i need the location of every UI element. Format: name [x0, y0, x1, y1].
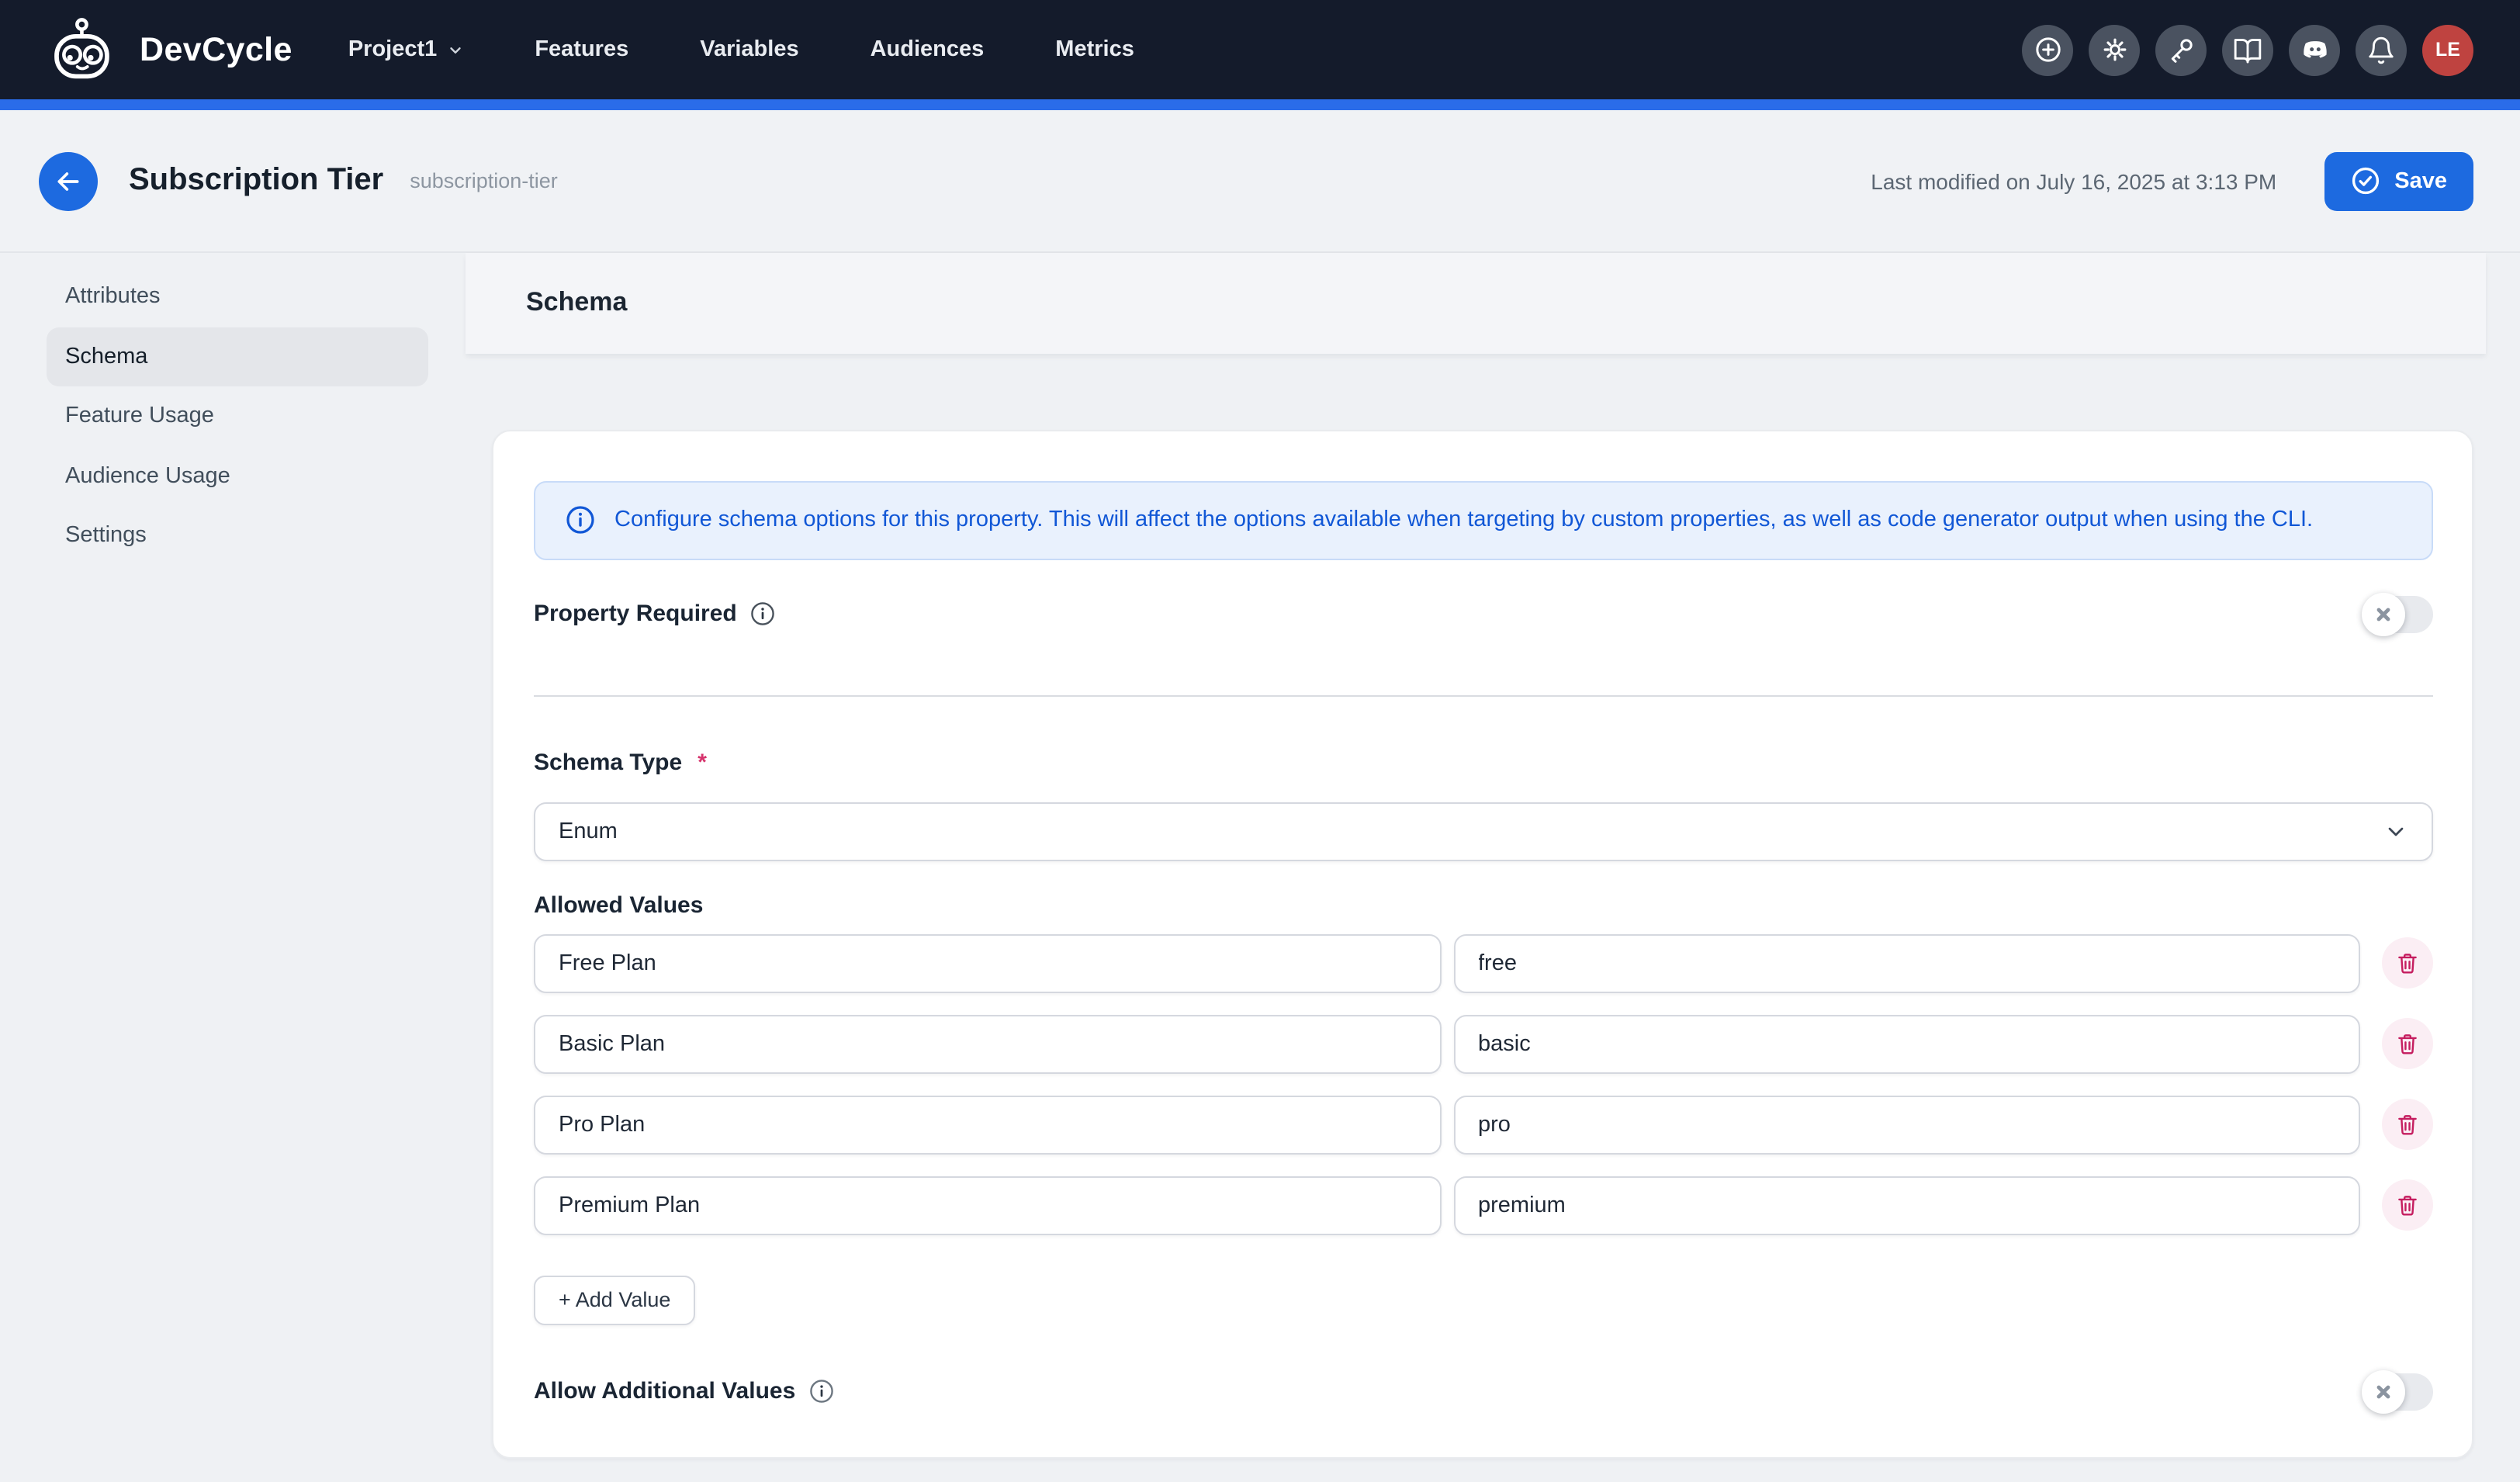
- property-required-row: Property Required: [534, 595, 2433, 632]
- value-key-input[interactable]: [1453, 1176, 2360, 1234]
- discord-icon: [2299, 34, 2330, 65]
- sidebar-item-settings[interactable]: Settings: [47, 506, 428, 566]
- schema-card: Configure schema options for this proper…: [492, 429, 2473, 1458]
- allow-additional-values-toggle[interactable]: [2365, 1373, 2433, 1410]
- togglebot-icon: [53, 17, 126, 82]
- app-root: DevCycle Project1 Features Variables Aud…: [0, 0, 2520, 1482]
- info-icon[interactable]: [749, 601, 776, 627]
- discord-button[interactable]: [2289, 24, 2340, 75]
- allowed-value-row: [534, 933, 2433, 992]
- divider: [534, 694, 2433, 696]
- property-required-label: Property Required: [534, 601, 776, 627]
- value-key-input[interactable]: [1453, 1095, 2360, 1154]
- project-selector-label: Project1: [348, 37, 437, 62]
- allowed-value-row: [534, 1014, 2433, 1073]
- sidebar-item-feature-usage[interactable]: Feature Usage: [47, 386, 428, 446]
- main-panel: Schema Configure schema options for this…: [466, 253, 2486, 1458]
- last-modified-text: Last modified on July 16, 2025 at 3:13 P…: [1871, 168, 2276, 193]
- trash-icon: [2394, 1111, 2421, 1137]
- page-title: Subscription Tier: [129, 163, 383, 199]
- sidebar-item-audience-usage[interactable]: Audience Usage: [47, 446, 428, 506]
- chevron-down-icon: [446, 41, 463, 58]
- schema-type-value: Enum: [559, 819, 618, 843]
- page-slug: subscription-tier: [410, 169, 558, 192]
- sidebar: Attributes Schema Feature Usage Audience…: [47, 267, 428, 566]
- allowed-values-list: [534, 933, 2433, 1234]
- toggle-x-icon: [2376, 1383, 2391, 1399]
- sidebar-item-schema[interactable]: Schema: [47, 327, 428, 386]
- value-label-input[interactable]: [534, 1014, 1441, 1073]
- delete-value-button[interactable]: [2382, 1099, 2433, 1150]
- check-circle-icon: [2351, 166, 2380, 196]
- value-label-input[interactable]: [534, 933, 1441, 992]
- add-value-button[interactable]: + Add Value: [534, 1275, 695, 1324]
- delete-value-button[interactable]: [2382, 937, 2433, 989]
- value-key-input[interactable]: [1453, 933, 2360, 992]
- trash-icon: [2394, 950, 2421, 976]
- delete-value-button[interactable]: [2382, 1018, 2433, 1069]
- save-button-label: Save: [2394, 168, 2447, 193]
- nav-item-metrics[interactable]: Metrics: [1055, 37, 1134, 62]
- section-header: Schema: [466, 253, 2486, 353]
- bell-icon: [2366, 35, 2396, 64]
- info-alert: Configure schema options for this proper…: [534, 480, 2433, 559]
- info-icon[interactable]: [808, 1378, 834, 1404]
- user-avatar[interactable]: LE: [2422, 24, 2473, 75]
- docs-button[interactable]: [2222, 24, 2273, 75]
- content-area: Attributes Schema Feature Usage Audience…: [0, 253, 2520, 1458]
- schema-type-label-text: Schema Type: [534, 749, 682, 775]
- property-required-label-text: Property Required: [534, 601, 737, 627]
- settings-button[interactable]: [2089, 24, 2140, 75]
- allowed-value-row: [534, 1095, 2433, 1154]
- allowed-values-label: Allowed Values: [534, 892, 2433, 918]
- toggle-knob: [2362, 1369, 2405, 1413]
- section-title: Schema: [526, 288, 627, 319]
- info-circle-icon: [565, 504, 596, 535]
- save-button[interactable]: Save: [2324, 151, 2473, 210]
- value-key-input[interactable]: [1453, 1014, 2360, 1073]
- accent-bar: [0, 99, 2520, 110]
- project-selector[interactable]: Project1: [348, 37, 463, 62]
- page-header: Subscription Tier subscription-tier Last…: [0, 110, 2520, 253]
- allow-additional-values-label-text: Allow Additional Values: [534, 1378, 795, 1404]
- top-nav: DevCycle Project1 Features Variables Aud…: [0, 0, 2520, 99]
- nav-item-variables[interactable]: Variables: [700, 37, 798, 62]
- back-button[interactable]: [39, 151, 98, 210]
- sidebar-item-attributes[interactable]: Attributes: [47, 267, 428, 327]
- allow-additional-values-row: Allow Additional Values: [534, 1373, 2433, 1410]
- alert-text: Configure schema options for this proper…: [614, 507, 2313, 532]
- allowed-value-row: [534, 1176, 2433, 1234]
- trash-icon: [2394, 1192, 2421, 1218]
- brand-name: DevCycle: [140, 30, 292, 69]
- book-icon: [2233, 35, 2262, 64]
- trash-icon: [2394, 1030, 2421, 1057]
- add-circle-button[interactable]: [2022, 24, 2073, 75]
- property-required-toggle[interactable]: [2365, 595, 2433, 632]
- nav-item-features[interactable]: Features: [535, 37, 628, 62]
- devcycle-logo[interactable]: DevCycle: [53, 17, 292, 82]
- nav-menu: Project1 Features Variables Audiences Me…: [348, 37, 1134, 62]
- schema-type-label: Schema Type *: [534, 749, 2433, 775]
- arrow-left-icon: [53, 165, 84, 196]
- value-label-input[interactable]: [534, 1095, 1441, 1154]
- nav-actions: LE: [2022, 24, 2473, 75]
- nav-item-audiences[interactable]: Audiences: [871, 37, 985, 62]
- toggle-x-icon: [2376, 606, 2391, 622]
- notifications-button[interactable]: [2356, 24, 2407, 75]
- toggle-knob: [2362, 592, 2405, 635]
- schema-type-select[interactable]: Enum: [534, 802, 2433, 860]
- required-asterisk: *: [698, 749, 707, 775]
- key-icon: [2165, 34, 2196, 65]
- api-keys-button[interactable]: [2155, 24, 2207, 75]
- chevron-down-icon: [2383, 819, 2408, 843]
- delete-value-button[interactable]: [2382, 1179, 2433, 1231]
- value-label-input[interactable]: [534, 1176, 1441, 1234]
- allow-additional-values-label: Allow Additional Values: [534, 1378, 834, 1404]
- add-circle-icon: [2032, 34, 2063, 65]
- gear-icon: [2099, 34, 2130, 65]
